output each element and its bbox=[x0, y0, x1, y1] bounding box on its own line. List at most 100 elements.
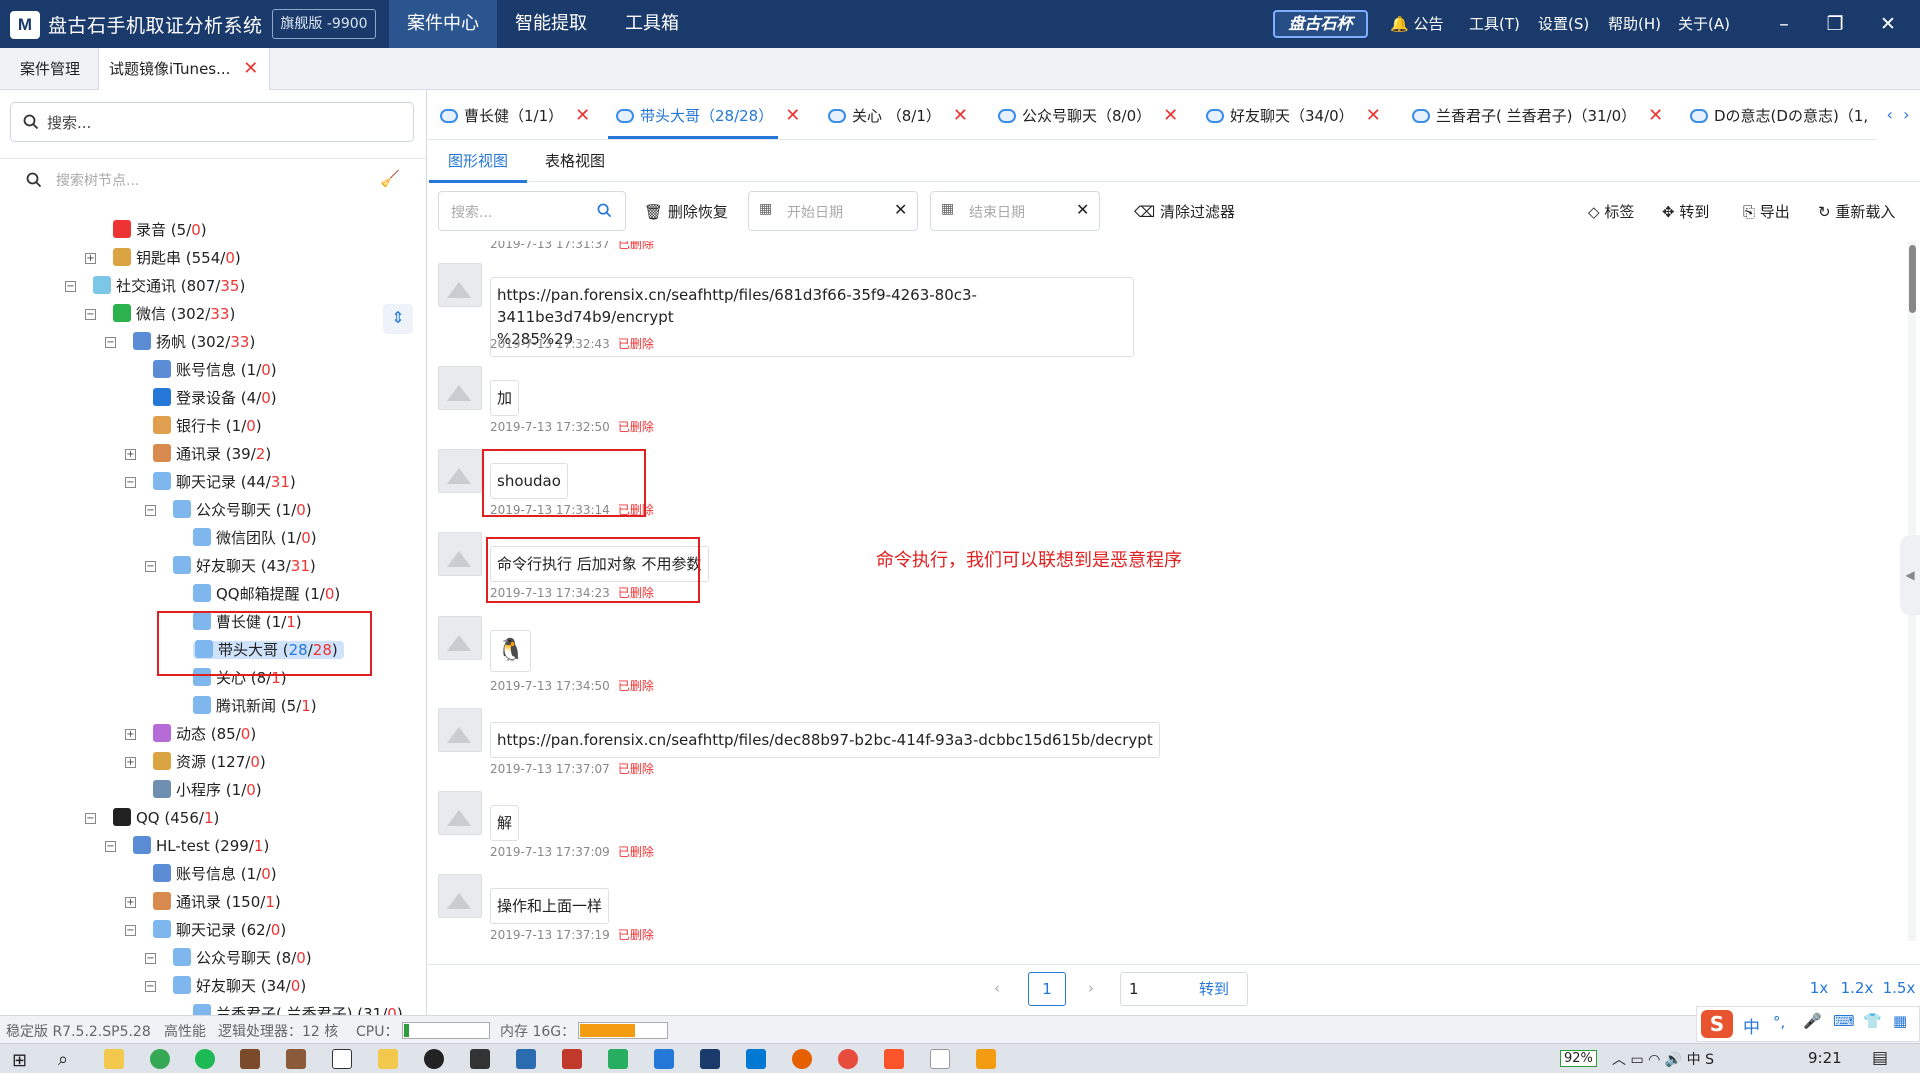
keyboard-icon[interactable]: ⌨ bbox=[1833, 1012, 1855, 1030]
app-icon[interactable] bbox=[562, 1049, 582, 1069]
clear-brush-icon[interactable]: 🧹 bbox=[380, 169, 400, 188]
tree-node[interactable]: 腾讯新闻 (5/1) bbox=[193, 693, 317, 719]
tree-node[interactable]: 小程序 (1/0) bbox=[153, 777, 262, 803]
next-page-button[interactable]: › bbox=[1074, 972, 1108, 1006]
tree-expander[interactable]: − bbox=[85, 813, 96, 824]
tree-expander[interactable]: − bbox=[145, 561, 156, 572]
menu-settings[interactable]: 设置(S) bbox=[1538, 0, 1589, 48]
tree-node[interactable]: 公众号聊天 (8/0) bbox=[173, 945, 312, 971]
zoom-1-2x[interactable]: 1.2x bbox=[1838, 972, 1876, 1006]
forensic-app-icon[interactable] bbox=[700, 1049, 720, 1069]
app-icon[interactable] bbox=[286, 1049, 306, 1069]
app-icon[interactable] bbox=[424, 1049, 444, 1069]
end-date-input[interactable]: ▦ 结束日期 ✕ bbox=[930, 191, 1100, 231]
menu-help[interactable]: 帮助(H) bbox=[1608, 0, 1661, 48]
close-button[interactable]: ✕ bbox=[1866, 0, 1910, 48]
tree-expander[interactable]: − bbox=[125, 925, 136, 936]
tree-node[interactable]: 登录设备 (4/0) bbox=[153, 385, 277, 411]
tab-mirror-image[interactable]: 试题镜像iTunes... ✕ bbox=[98, 48, 270, 90]
tree-expander[interactable]: − bbox=[125, 477, 136, 488]
clear-filter-button[interactable]: ⌫ 清除过滤器 bbox=[1134, 201, 1235, 222]
zoom-1-5x[interactable]: 1.5x bbox=[1880, 972, 1918, 1006]
tree-node[interactable]: 录音 (5/0) bbox=[113, 217, 207, 243]
tree-node[interactable]: QQ (456/1) bbox=[113, 805, 219, 831]
restore-button[interactable]: ❐ bbox=[1813, 0, 1857, 48]
goto-page-field[interactable]: 1 转到 bbox=[1120, 972, 1248, 1006]
ime-menu-icon[interactable]: ▦ bbox=[1893, 1012, 1907, 1030]
app-icon[interactable] bbox=[516, 1049, 536, 1069]
side-panel-handle[interactable]: ◀ bbox=[1900, 535, 1920, 615]
tab-case-management[interactable]: 案件管理 bbox=[20, 48, 80, 90]
tree-node[interactable]: 钥匙串 (554/0) bbox=[113, 245, 241, 271]
tree-node[interactable]: 扬帆 (302/33) bbox=[133, 329, 255, 355]
tree-node[interactable]: 好友聊天 (34/0) bbox=[173, 973, 306, 999]
clear-icon[interactable]: ✕ bbox=[1076, 200, 1089, 219]
tree-node[interactable]: 通讯录 (39/2) bbox=[153, 441, 271, 467]
tree-expander[interactable]: + bbox=[125, 757, 136, 768]
tree-expander[interactable]: − bbox=[105, 841, 116, 852]
export-button[interactable]: ⎘ 导出 bbox=[1743, 201, 1790, 222]
chat-tab-caozhangjian[interactable]: 曹长健（1/1） ✕ bbox=[440, 104, 590, 128]
file-explorer-icon[interactable] bbox=[104, 1049, 124, 1069]
menu-tools[interactable]: 工具(T) bbox=[1469, 0, 1520, 48]
tree-node[interactable]: 聊天记录 (44/31) bbox=[153, 469, 296, 495]
notification-icon[interactable]: ▤ bbox=[1872, 1048, 1888, 1068]
tree-node[interactable]: 资源 (127/0) bbox=[153, 749, 266, 775]
app-icon[interactable] bbox=[240, 1049, 260, 1069]
windows-start-icon[interactable]: ⊞ bbox=[12, 1050, 27, 1071]
vscode-icon[interactable] bbox=[746, 1049, 766, 1069]
battery-indicator[interactable]: 92% bbox=[1560, 1050, 1597, 1067]
close-tab-icon[interactable]: ✕ bbox=[953, 105, 968, 126]
notice-button[interactable]: 🔔 公告 bbox=[1390, 0, 1443, 48]
close-tab-icon[interactable]: ✕ bbox=[243, 58, 258, 79]
scrollbar-thumb[interactable] bbox=[1909, 245, 1916, 313]
brave-icon[interactable] bbox=[884, 1049, 904, 1069]
tree-expander[interactable]: − bbox=[145, 505, 156, 516]
tree-expander[interactable]: + bbox=[85, 253, 96, 264]
chat-tab-lanxiangjunzi[interactable]: 兰香君子( 兰香君子)（31/0） ✕ bbox=[1412, 104, 1663, 128]
tree-expander[interactable]: + bbox=[125, 729, 136, 740]
tree-node[interactable]: 微信 (302/33) bbox=[113, 301, 235, 327]
ime-punct[interactable]: °, bbox=[1773, 1013, 1785, 1031]
goto-page-button[interactable]: 转到 bbox=[1199, 973, 1229, 1005]
tree-expander[interactable]: − bbox=[145, 953, 156, 964]
ime-lang[interactable]: 中 bbox=[1743, 1013, 1760, 1038]
chevron-right-icon[interactable]: › bbox=[1903, 105, 1909, 124]
chat-tab-guanxin[interactable]: 关心 （8/1） ✕ bbox=[828, 104, 968, 128]
close-tab-icon[interactable]: ✕ bbox=[575, 105, 590, 126]
search-icon[interactable]: ⌕ bbox=[58, 1049, 68, 1070]
tree-node[interactable]: 账号信息 (1/0) bbox=[153, 357, 277, 383]
collapse-all-button[interactable]: ⇕ bbox=[383, 304, 413, 334]
start-date-input[interactable]: ▦ 开始日期 ✕ bbox=[748, 191, 918, 231]
chat-tab-daitoudage[interactable]: 带头大哥（28/28） ✕ bbox=[616, 104, 800, 128]
skin-icon[interactable]: 👕 bbox=[1863, 1012, 1882, 1030]
tree-node[interactable]: 社交通讯 (807/35) bbox=[93, 273, 245, 299]
mic-icon[interactable]: 🎤 bbox=[1803, 1012, 1822, 1030]
clear-icon[interactable]: ✕ bbox=[894, 200, 907, 219]
tree-node[interactable]: 兰香君子( 兰香君子) (31/0) bbox=[193, 1001, 403, 1015]
tree-expander[interactable]: − bbox=[145, 981, 156, 992]
menu-case-center[interactable]: 案件中心 bbox=[389, 0, 497, 48]
tree-expander[interactable]: − bbox=[65, 281, 76, 292]
chrome-icon[interactable] bbox=[150, 1049, 170, 1069]
tab-table-view[interactable]: 表格视图 bbox=[545, 150, 605, 171]
tree-node[interactable]: 通讯录 (150/1) bbox=[153, 889, 281, 915]
tree-node[interactable]: 银行卡 (1/0) bbox=[153, 413, 262, 439]
clock[interactable]: 9:21 bbox=[1808, 1049, 1842, 1067]
app-icon[interactable] bbox=[654, 1049, 674, 1069]
menu-toolbox[interactable]: 工具箱 bbox=[606, 0, 698, 48]
close-tab-icon[interactable]: ✕ bbox=[1163, 105, 1178, 126]
tree-expander[interactable]: − bbox=[85, 309, 96, 320]
terminal-icon[interactable] bbox=[470, 1049, 490, 1069]
sidebar-search-input[interactable]: 搜索... bbox=[10, 102, 414, 142]
tag-button[interactable]: ◇ 标签 bbox=[1588, 201, 1634, 222]
tree-node[interactable]: 动态 (85/0) bbox=[153, 721, 256, 747]
menu-about[interactable]: 关于(A) bbox=[1678, 0, 1730, 48]
tree-node[interactable]: 微信团队 (1/0) bbox=[193, 525, 317, 551]
notion-icon[interactable] bbox=[332, 1049, 352, 1069]
close-tab-icon[interactable]: ✕ bbox=[1648, 105, 1663, 126]
typora-icon[interactable] bbox=[930, 1049, 950, 1069]
tree-expander[interactable]: + bbox=[125, 897, 136, 908]
tab-graph-view[interactable]: 图形视图 bbox=[448, 150, 508, 171]
app-icon[interactable] bbox=[608, 1049, 628, 1069]
